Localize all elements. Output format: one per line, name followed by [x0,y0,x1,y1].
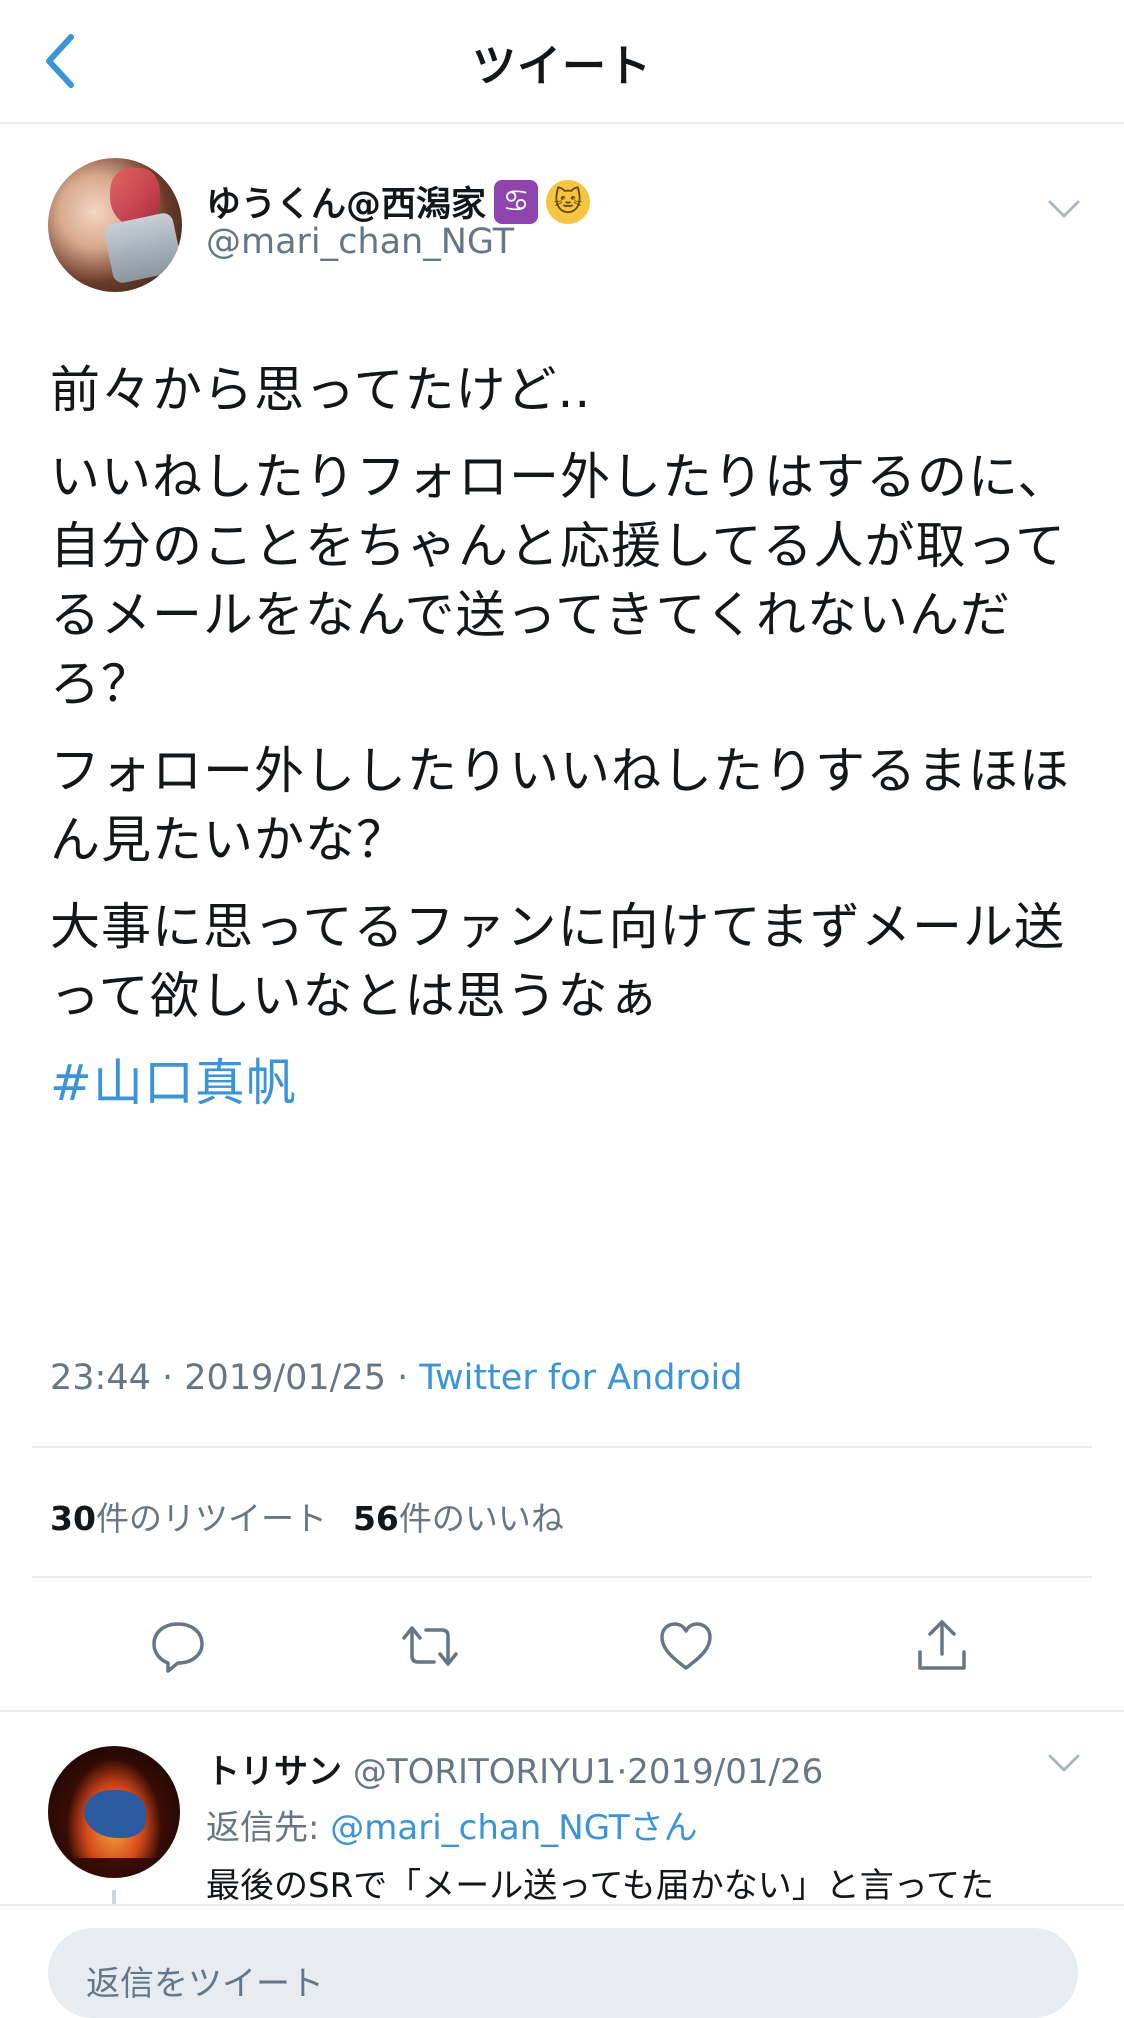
reply-handle[interactable]: @TORITORIYU1 [353,1752,617,1792]
reply-icon[interactable] [148,1616,208,1676]
divider [0,1710,1124,1712]
display-name-text: ゆうくん@西潟家 [206,185,487,225]
page-title: ツイート [472,41,652,92]
retweet-stat[interactable]: 30件のリツイート [50,1499,327,1538]
retweet-icon[interactable] [400,1616,460,1676]
tweet-time: 23:44 [50,1358,151,1398]
share-icon[interactable] [912,1616,972,1676]
hashtag-link[interactable]: #山口真帆 [50,1049,1090,1118]
chevron-down-icon[interactable] [1046,190,1082,226]
retweet-label: 件のリツイート [95,1499,327,1538]
retweet-count: 30 [50,1499,96,1538]
reply-input-placeholder: 返信をツイート [86,1964,324,2004]
reply-to-handle-link[interactable]: @mari_chan_NGTさん [330,1808,697,1848]
tweet-meta: 23:44 · 2019/01/25 · Twitter for Android [50,1358,743,1398]
tweet-date: 2019/01/25 [184,1358,387,1398]
divider [32,1446,1092,1448]
tweet-paragraph: フォロー外ししたりいいねしたりするまほほん見たいかな？ [50,742,1070,869]
reply-composer-bar: 返信をツイート [0,1904,1124,2018]
reply-to-label: 返信先: [206,1808,331,1848]
like-label: 件のいいね [398,1499,564,1538]
top-nav-bar: ツイート [0,0,1124,124]
tweet-source-link[interactable]: Twitter for Android [419,1358,742,1398]
cancer-sign-emoji: ♋ [494,179,539,224]
cat-emoji: 🐱 [546,179,591,224]
tweet-text: 前々から思ってたけど.. いいねしたりフォロー外したりはするのに、自分のことをち… [50,356,1090,1136]
reply-date: 2019/01/26 [627,1752,824,1792]
reply-header: トリサン @TORITORIYU1·2019/01/26 [206,1752,824,1792]
reply-to-line: 返信先: @mari_chan_NGTさん [206,1800,698,1849]
reply-display-name[interactable]: トリサン [206,1752,342,1792]
like-count: 56 [352,1499,399,1538]
user-handle[interactable]: @mari_chan_NGT [206,222,514,262]
display-name[interactable]: ゆうくん@西潟家 ♋ 🐱 [206,176,591,227]
reply-text: 最後のSRで「メール送っても届かない」と言ってた [206,1866,995,1906]
tweet-paragraph: いいねしたりフォロー外したりはするのに、自分のことをちゃんと応援してる人が取って… [50,448,1069,713]
like-stat[interactable]: 56件のいいね [353,1499,564,1538]
chevron-down-icon[interactable] [1046,1744,1082,1780]
tweet-paragraph: 大事に思ってるファンに向けてまずメール送って欲しいなとは思うなぁ [50,898,1065,1025]
like-icon[interactable] [656,1616,716,1676]
tweet-stats: 30件のリツイート 56件のいいね [50,1492,564,1540]
reply-avatar[interactable] [48,1746,180,1878]
tweet-paragraph: 前々から思ってたけど.. [50,361,592,419]
divider [32,1576,1092,1578]
avatar[interactable] [48,158,182,292]
